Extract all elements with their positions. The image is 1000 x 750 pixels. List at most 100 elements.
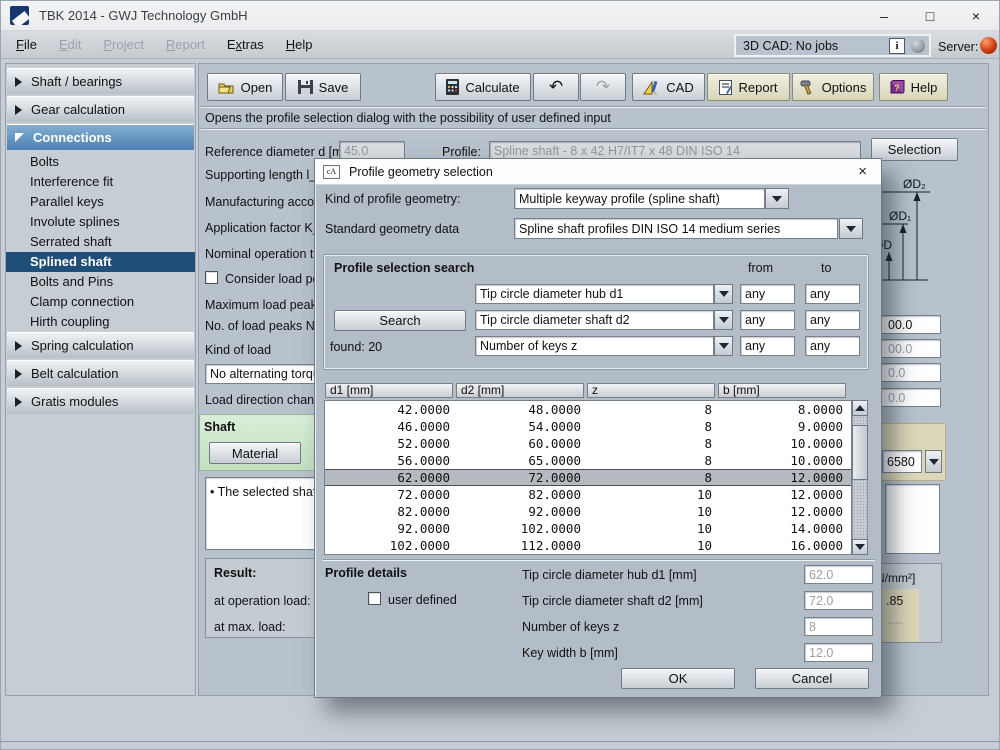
table-cell: 56.0000	[327, 453, 455, 468]
app-window: TBK 2014 - GWJ Technology GmbH – □ × Fil…	[0, 0, 1000, 750]
calculator-icon	[446, 79, 459, 95]
result-max-load-label: at max. load:	[214, 620, 286, 634]
sidebar-section-shaft-bearings[interactable]: Shaft / bearings	[7, 68, 194, 94]
material-button[interactable]: Material	[209, 442, 301, 464]
sidebar-section-connections[interactable]: Connections	[7, 124, 194, 150]
search-to-input-1[interactable]	[805, 284, 860, 304]
help-button[interactable]: ? Help	[879, 73, 948, 101]
consider-load-checkbox[interactable]	[205, 271, 218, 284]
table-row[interactable]: 92.0000102.00001014.0000	[325, 520, 851, 537]
search-criterion-combo-1[interactable]: Tip circle diameter hub d1	[475, 284, 714, 304]
search-from-input-2[interactable]	[740, 310, 795, 330]
sidebar-item-hirth-coupling[interactable]: Hirth coupling	[6, 312, 195, 332]
options-button[interactable]: Options	[792, 73, 874, 101]
table-cell: 102.0000	[458, 521, 586, 536]
table-column-d1-mm[interactable]: d1 [mm]	[325, 383, 453, 398]
search-criterion-combo-3-arrow[interactable]	[714, 336, 733, 356]
sidebar-item-interference-fit[interactable]: Interference fit	[6, 172, 195, 192]
menu-extras[interactable]: Extras	[216, 34, 275, 55]
info-icon[interactable]: i	[889, 38, 905, 54]
kind-of-profile-label: Kind of profile geometry:	[325, 192, 461, 206]
profile-table-header: d1 [mm]d2 [mm]zb [mm]	[323, 383, 869, 398]
save-button[interactable]: Save	[285, 73, 361, 101]
scroll-up-icon[interactable]	[852, 400, 868, 416]
user-defined-checkbox[interactable]	[368, 592, 381, 605]
kind-of-profile-combo-arrow[interactable]	[765, 188, 789, 209]
table-column-d2-mm[interactable]: d2 [mm]	[456, 383, 584, 398]
table-column-b-mm[interactable]: b [mm]	[718, 383, 846, 398]
status-hint: Opens the profile selection dialog with …	[205, 111, 611, 125]
sidebar-item-involute-splines[interactable]: Involute splines	[6, 212, 195, 232]
search-to-input-2[interactable]	[805, 310, 860, 330]
table-cell: 10	[589, 521, 717, 536]
collapsed-triangle-icon	[15, 397, 22, 407]
consider-load-label: Consider load pe	[225, 272, 320, 286]
report-button[interactable]: Report	[707, 73, 790, 101]
close-button[interactable]: ×	[953, 1, 999, 30]
material-combo-arrow[interactable]	[925, 450, 942, 473]
cancel-button[interactable]: Cancel	[755, 668, 869, 689]
material-note-box	[885, 484, 940, 554]
material-combo-value[interactable]: 6580	[882, 450, 922, 473]
table-cell: 12.0000	[720, 470, 848, 485]
search-criterion-combo-2-arrow[interactable]	[714, 310, 733, 330]
dialog-close-icon[interactable]: ×	[852, 163, 873, 180]
selection-button[interactable]: Selection	[871, 138, 958, 161]
table-row[interactable]: 46.000054.000089.0000	[325, 418, 851, 435]
table-row[interactable]: 102.0000112.00001016.0000	[325, 537, 851, 554]
calculate-button[interactable]: Calculate	[435, 73, 531, 101]
report-button-label: Report	[738, 80, 777, 95]
open-button[interactable]: Open	[207, 73, 283, 101]
redo-button[interactable]: ↷	[580, 73, 626, 101]
detail-value-z[interactable]	[804, 617, 873, 636]
load-peaks-label: No. of load peaks N_	[205, 319, 322, 333]
table-column-z[interactable]: z	[587, 383, 715, 398]
detail-value-d2[interactable]	[804, 591, 873, 610]
scroll-down-icon[interactable]	[852, 539, 868, 555]
ok-button[interactable]: OK	[621, 668, 735, 689]
window-title: TBK 2014 - GWJ Technology GmbH	[39, 8, 248, 23]
maximize-button[interactable]: □	[907, 1, 953, 30]
cad-button[interactable]: CAD	[632, 73, 705, 101]
sidebar-item-clamp-connection[interactable]: Clamp connection	[6, 292, 195, 312]
kind-of-profile-combo[interactable]: Multiple keyway profile (spline shaft)	[514, 188, 765, 209]
from-header: from	[748, 261, 773, 275]
menu-file[interactable]: File	[5, 34, 48, 55]
search-to-input-3[interactable]	[805, 336, 860, 356]
sidebar-section-belt-calculation[interactable]: Belt calculation	[7, 360, 194, 386]
search-criterion-combo-3[interactable]: Number of keys z	[475, 336, 714, 356]
sidebar-item-bolts[interactable]: Bolts	[6, 152, 195, 172]
minimize-button[interactable]: –	[861, 1, 907, 30]
sidebar-item-bolts-and-pins[interactable]: Bolts and Pins	[6, 272, 195, 292]
title-bar: TBK 2014 - GWJ Technology GmbH – □ ×	[1, 1, 999, 31]
table-cell: 10.0000	[720, 436, 848, 451]
collapsed-triangle-icon	[15, 369, 22, 379]
table-row[interactable]: 62.000072.0000812.0000	[325, 469, 851, 486]
table-row[interactable]: 82.000092.00001012.0000	[325, 503, 851, 520]
sidebar-item-splined-shaft[interactable]: Splined shaft	[6, 252, 195, 272]
search-criterion-combo-1-arrow[interactable]	[714, 284, 733, 304]
table-row[interactable]: 52.000060.0000810.0000	[325, 435, 851, 452]
sidebar-item-parallel-keys[interactable]: Parallel keys	[6, 192, 195, 212]
detail-value-b[interactable]	[804, 643, 873, 662]
sidebar-section-gear-calculation[interactable]: Gear calculation	[7, 96, 194, 122]
sidebar-section-spring-calculation[interactable]: Spring calculation	[7, 332, 194, 358]
table-row[interactable]: 42.000048.000088.0000	[325, 401, 851, 418]
undo-button[interactable]: ↶	[533, 73, 579, 101]
scrollbar-thumb[interactable]	[852, 425, 868, 480]
menu-help[interactable]: Help	[275, 34, 324, 55]
table-cell: 82.0000	[458, 487, 586, 502]
search-criterion-combo-2[interactable]: Tip circle diameter shaft d2	[475, 310, 714, 330]
standard-geometry-combo-arrow[interactable]	[839, 218, 863, 239]
search-from-input-3[interactable]	[740, 336, 795, 356]
table-cell: 10	[589, 487, 717, 502]
detail-value-d1[interactable]	[804, 565, 873, 584]
search-button[interactable]: Search	[334, 310, 466, 331]
sidebar-item-serrated-shaft[interactable]: Serrated shaft	[6, 232, 195, 252]
table-row[interactable]: 72.000082.00001012.0000	[325, 486, 851, 503]
sidebar-section-gratis-modules[interactable]: Gratis modules	[7, 388, 194, 414]
standard-geometry-combo[interactable]: Spline shaft profiles DIN ISO 14 medium …	[514, 218, 838, 239]
table-row[interactable]: 56.000065.0000810.0000	[325, 452, 851, 469]
table-scrollbar[interactable]	[852, 400, 868, 555]
search-from-input-1[interactable]	[740, 284, 795, 304]
